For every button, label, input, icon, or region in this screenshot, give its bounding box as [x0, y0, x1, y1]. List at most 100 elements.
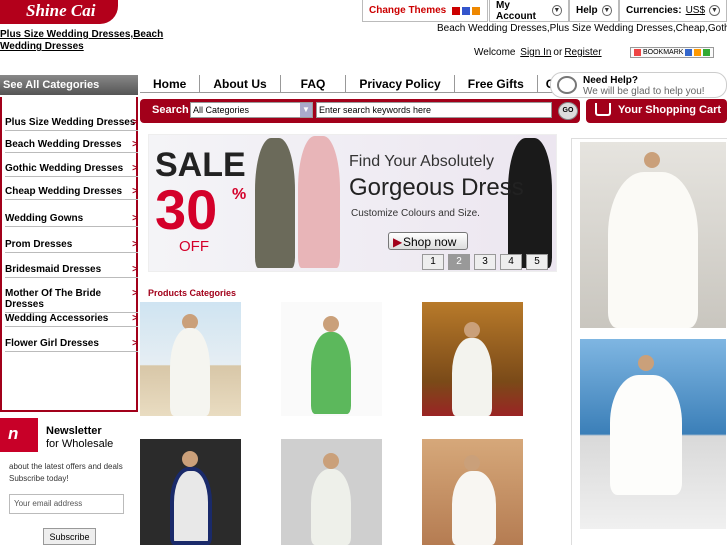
header-keywords: Beach Wedding Dresses,Plus Size Wedding …: [437, 23, 727, 34]
banner-page-2[interactable]: 2: [448, 254, 470, 270]
site-logo[interactable]: Shine Cai: [0, 0, 118, 24]
bookmark-button[interactable]: BOOKMARK: [630, 47, 715, 58]
category-label: Gothic Wedding Dresses: [5, 163, 124, 174]
product-image[interactable]: [281, 439, 382, 545]
share-icon: [685, 49, 693, 56]
need-help-title: Need Help?: [583, 75, 639, 86]
newsletter-description: about the latest offers and deals Subscr…: [9, 462, 123, 483]
category-select[interactable]: All Categories: [190, 102, 313, 118]
chevron-right-icon: >: [132, 239, 138, 250]
chevron-down-icon[interactable]: ▼: [300, 103, 312, 117]
products-categories-title: Products Categories: [148, 288, 237, 298]
featured-dress-image[interactable]: [580, 339, 726, 529]
see-all-categories[interactable]: See All Categories: [0, 75, 138, 95]
logo-subtitle-link[interactable]: Plus Size Wedding Dresses,Beach Wedding …: [0, 29, 200, 53]
category-link[interactable]: Mother Of The Bride Dresses >: [5, 288, 138, 313]
category-link[interactable]: Wedding Gowns >: [5, 213, 138, 227]
category-link[interactable]: Bridesmaid Dresses >: [5, 264, 138, 278]
product-image[interactable]: [281, 302, 382, 416]
change-themes[interactable]: Change Themes: [362, 0, 488, 22]
chevron-right-icon: >: [132, 288, 138, 299]
nav-about-us[interactable]: About Us: [200, 75, 281, 93]
search-go-button[interactable]: GO: [558, 102, 578, 120]
chevron-right-icon: >: [132, 117, 138, 128]
banner-customize: Customize Colours and Size.: [351, 208, 480, 219]
subscribe-button[interactable]: Subscribe: [43, 528, 96, 545]
category-link[interactable]: Prom Dresses >: [5, 239, 138, 253]
currency-value: US$: [685, 5, 706, 16]
chevron-right-icon: >: [132, 163, 138, 174]
chevron-right-icon: >: [132, 213, 138, 224]
chevron-down-icon: ▼: [601, 5, 612, 16]
banner-off: OFF: [179, 238, 209, 255]
category-label: Bridesmaid Dresses: [5, 264, 102, 275]
nav-free-gifts[interactable]: Free Gifts: [454, 75, 538, 93]
theme-orange-swatch[interactable]: [472, 6, 481, 15]
category-label: Flower Girl Dresses: [5, 338, 99, 349]
my-account-label: My Account: [496, 0, 536, 22]
nav-privacy-policy[interactable]: Privacy Policy: [346, 75, 455, 93]
category-label: Wedding Gowns: [5, 213, 84, 224]
model-image: [298, 136, 340, 268]
chevron-right-icon: >: [132, 139, 138, 150]
category-label: Cheap Wedding Dresses: [5, 186, 123, 197]
banner-percent-sign: %: [232, 186, 247, 203]
welcome-label: Welcome: [474, 47, 516, 58]
newsletter-subtitle: for Wholesale: [46, 438, 114, 450]
banner-headline: Gorgeous Dress: [349, 174, 524, 201]
banner-page-3[interactable]: 3: [474, 254, 496, 270]
category-label: Wedding Accessories: [5, 313, 109, 324]
register-link[interactable]: Register: [564, 47, 601, 58]
shop-now-button[interactable]: ▶ Shop now: [388, 232, 468, 250]
banner-percent: 30: [155, 178, 218, 241]
chat-bubble-icon: [557, 76, 577, 94]
category-label: Beach Wedding Dresses: [5, 139, 122, 150]
category-link[interactable]: Plus Size Wedding Dresses >: [5, 117, 138, 131]
category-link[interactable]: Gothic Wedding Dresses >: [5, 163, 138, 177]
newsletter-title: Newsletter: [46, 425, 102, 437]
category-link[interactable]: Wedding Accessories >: [5, 313, 138, 327]
chevron-right-icon: >: [132, 338, 138, 349]
theme-red-swatch[interactable]: [452, 6, 461, 15]
category-link[interactable]: Beach Wedding Dresses >: [5, 139, 138, 153]
banner-find-text: Find Your Absolutely: [349, 153, 494, 170]
theme-blue-swatch[interactable]: [462, 6, 471, 15]
model-image: [508, 138, 552, 268]
change-themes-label: Change Themes: [369, 5, 447, 16]
nav-home[interactable]: Home: [140, 75, 201, 93]
bookmark-label: BOOKMARK: [643, 49, 684, 56]
category-link[interactable]: Cheap Wedding Dresses >: [5, 186, 138, 200]
search-label: Search: [152, 104, 189, 116]
featured-dress-image[interactable]: [580, 142, 726, 328]
need-help-box[interactable]: Need Help? We will be glad to help you!: [550, 72, 727, 98]
welcome-text: Welcome Sign In or Register: [474, 47, 604, 58]
search-input[interactable]: Enter search keywords here: [316, 102, 552, 118]
product-image[interactable]: [140, 302, 241, 416]
chevron-right-icon: >: [132, 186, 138, 197]
help-label: Help: [576, 5, 598, 16]
newsletter-icon: n: [0, 418, 38, 452]
model-image: [255, 138, 295, 268]
banner-page-5[interactable]: 5: [526, 254, 548, 270]
banner-page-4[interactable]: 4: [500, 254, 522, 270]
or-label: or: [553, 47, 563, 58]
play-icon: ▶: [393, 235, 403, 249]
nav-faq[interactable]: FAQ: [280, 75, 347, 93]
currencies-label: Currencies:: [626, 5, 682, 16]
email-field[interactable]: Your email address: [9, 494, 124, 514]
category-link[interactable]: Flower Girl Dresses >: [5, 338, 138, 352]
sign-in-link[interactable]: Sign In: [520, 47, 551, 58]
category-sidebar: Plus Size Wedding Dresses > Beach Wedding…: [0, 97, 138, 412]
chevron-right-icon: >: [132, 313, 138, 324]
category-label: Mother Of The Bride Dresses: [5, 288, 102, 310]
help-menu[interactable]: Help ▼: [569, 0, 619, 22]
product-image[interactable]: [140, 439, 241, 545]
chevron-down-icon: ▼: [551, 5, 562, 16]
product-image[interactable]: [422, 439, 523, 545]
product-image[interactable]: [422, 302, 523, 416]
currency-menu[interactable]: Currencies: US$ ▼: [619, 0, 727, 22]
share-icon: [694, 49, 702, 56]
my-account-menu[interactable]: My Account ▼: [489, 0, 569, 22]
banner-page-1[interactable]: 1: [422, 254, 444, 270]
chevron-right-icon: >: [132, 264, 138, 275]
